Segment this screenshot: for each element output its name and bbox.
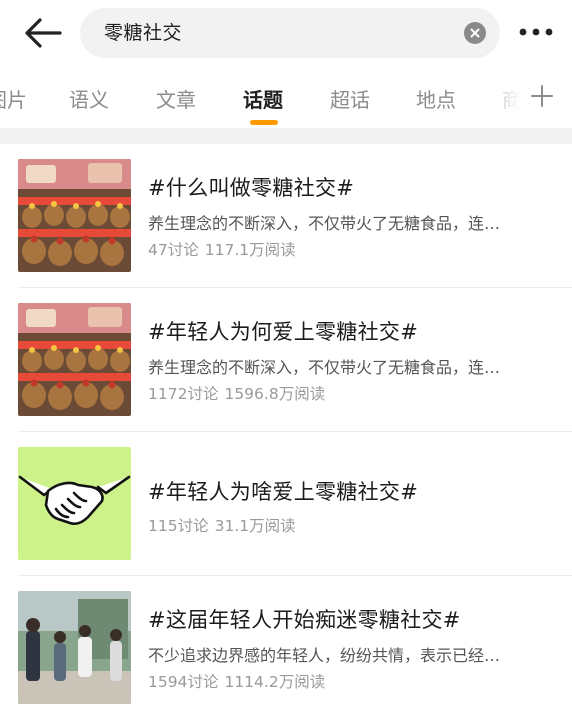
tab-semantic[interactable]: 语义 [69,84,109,113]
tab-articles[interactable]: 文章 [156,84,196,113]
topic-stats: 1594讨论 1114.2万阅读 [148,670,331,692]
topic-stats: 47讨论 117.1万阅读 [148,238,302,260]
topic-thumbnail [18,303,131,416]
tab-places[interactable]: 地点 [416,84,456,113]
discussion-count: 1172讨论 [148,385,219,403]
topic-item[interactable]: #年轻人为啥爱上零糖社交# 115讨论 31.1万阅读 [0,432,572,576]
topic-item[interactable]: #年轻人为何爱上零糖社交# 养生理念的不断深入，不仅带火了无糖食品，连… 117… [0,288,572,432]
topic-thumbnail [18,447,131,560]
topic-thumbnail [18,591,131,704]
topic-stats: 115讨论 31.1万阅读 [148,514,302,536]
topic-thumbnail [18,159,131,272]
discussion-count: 1594讨论 [148,673,219,691]
topic-title: #这届年轻人开始痴迷零糖社交# [148,608,461,632]
read-count: 31.1万阅读 [214,517,296,535]
topic-stats: 1172讨论 1596.8万阅读 [148,382,331,404]
tab-super-topics[interactable]: 超话 [330,84,370,113]
tab-images[interactable]: 图片 [0,84,27,113]
more-options-icon[interactable] [514,18,558,46]
tab-topics[interactable]: 话题 [243,84,283,113]
topic-title: #年轻人为何爱上零糖社交# [148,320,419,344]
section-divider [0,128,572,144]
active-tab-indicator [250,120,278,125]
search-query-text: 零糖社交 [104,22,183,44]
back-arrow-icon[interactable] [20,14,64,52]
read-count: 1596.8万阅读 [224,385,326,403]
topic-title: #年轻人为啥爱上零糖社交# [148,480,419,504]
search-tabs: 图片 语义 文章 话题 超话 地点 商品 [0,66,572,128]
search-input[interactable]: 零糖社交 [80,8,500,58]
topic-title: #什么叫做零糖社交# [148,176,355,200]
clear-icon[interactable] [464,22,486,44]
add-tab-icon[interactable] [526,80,558,112]
topic-description: 养生理念的不断深入，不仅带火了无糖食品，连… [148,214,501,233]
topic-description: 养生理念的不断深入，不仅带火了无糖食品，连… [148,358,501,377]
topic-item[interactable]: #这届年轻人开始痴迷零糖社交# 不少追求边界感的年轻人，纷纷共情，表示已经… 1… [0,576,572,720]
topic-description: 不少追求边界感的年轻人，纷纷共情，表示已经… [148,646,501,665]
discussion-count: 115讨论 [148,517,209,535]
read-count: 1114.2万阅读 [224,673,326,691]
read-count: 117.1万阅读 [204,241,296,259]
top-bar: 零糖社交 [0,0,572,66]
discussion-count: 47讨论 [148,241,199,259]
topic-item[interactable]: #什么叫做零糖社交# 养生理念的不断深入，不仅带火了无糖食品，连… 47讨论 11… [0,144,572,288]
